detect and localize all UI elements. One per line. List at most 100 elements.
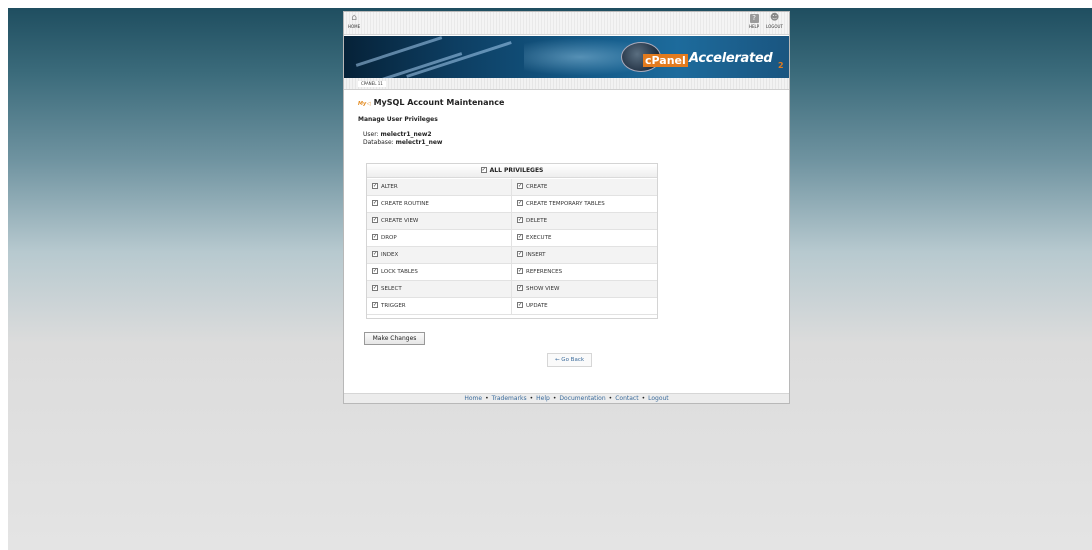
table-row: ✓ SELECT ✓ SHOW VIEW: [367, 281, 657, 298]
table-row: ✓ INDEX ✓ INSERT: [367, 247, 657, 264]
logout-label: LOGOUT: [766, 24, 783, 29]
cpanel-window: ⌂ HOME ? HELP ☻ LOGOUT cPanel Accelerate…: [343, 11, 790, 404]
cpanel-banner: cPanel Accelerated 2: [344, 36, 789, 78]
privilege-references[interactable]: ✓ REFERENCES: [517, 264, 657, 281]
all-privileges-checkbox[interactable]: ✓: [480, 166, 487, 173]
checkbox[interactable]: ✓: [372, 301, 378, 308]
checkbox[interactable]: ✓: [517, 267, 523, 274]
privilege-label: UPDATE: [526, 303, 548, 309]
checkbox[interactable]: ✓: [517, 182, 523, 189]
user-info: User: melectr1_new2: [363, 131, 432, 138]
brand-name: cPanel: [643, 54, 688, 67]
checkbox[interactable]: ✓: [372, 216, 378, 223]
checkbox[interactable]: ✓: [372, 199, 378, 206]
logout-icon: ☻: [769, 13, 780, 23]
user-value: melectr1_new2: [380, 131, 432, 138]
mysql-icon: My ◁: [358, 101, 371, 107]
footer-separator: •: [529, 395, 534, 402]
privilege-label: TRIGGER: [381, 303, 406, 309]
database-info: Database: melectr1_new: [363, 139, 442, 146]
privilege-create-routine[interactable]: ✓ CREATE ROUTINE: [372, 196, 512, 213]
privilege-label: SELECT: [381, 286, 402, 292]
privilege-create-temporary-tables[interactable]: ✓ CREATE TEMPORARY TABLES: [517, 196, 657, 213]
section-title: Manage User Privileges: [358, 116, 438, 123]
privilege-create-view[interactable]: ✓ CREATE VIEW: [372, 213, 512, 230]
all-privileges-label: ALL PRIVILEGES: [489, 167, 544, 174]
home-label: HOME: [348, 24, 361, 29]
privilege-create[interactable]: ✓ CREATE: [517, 179, 657, 196]
footer-nav: Home • Trademarks • Help • Documentation • Conta…: [344, 393, 789, 403]
checkbox[interactable]: ✓: [517, 216, 523, 223]
footer-link-documentation[interactable]: Documentation: [559, 395, 605, 402]
privilege-label: CREATE VIEW: [381, 218, 419, 224]
table-row: ✓ CREATE ROUTINE ✓ CREATE TEMPORARY TABLES: [367, 196, 657, 213]
all-privileges-header: ✓ ALL PRIVILEGES: [367, 164, 657, 178]
home-link[interactable]: ⌂ HOME: [348, 13, 361, 30]
privilege-execute[interactable]: ✓ EXECUTE: [517, 230, 657, 247]
page-title: My ◁ MySQL Account Maintenance: [358, 98, 504, 107]
checkbox[interactable]: ✓: [517, 199, 523, 206]
footer-separator: •: [552, 395, 557, 402]
privilege-alter[interactable]: ✓ ALTER: [372, 179, 512, 196]
privilege-label: REFERENCES: [526, 269, 563, 275]
go-back-button[interactable]: ← Go Back: [547, 353, 592, 367]
database-label: Database:: [363, 139, 394, 146]
privilege-show-view[interactable]: ✓ SHOW VIEW: [517, 281, 657, 298]
breadcrumb[interactable]: CPANEL 11: [358, 81, 386, 87]
help-label: HELP: [749, 24, 760, 29]
footer-separator: •: [485, 395, 489, 402]
privilege-index[interactable]: ✓ INDEX: [372, 247, 512, 264]
privilege-delete[interactable]: ✓ DELETE: [517, 213, 657, 230]
checkbox[interactable]: ✓: [372, 284, 378, 291]
checkbox[interactable]: ✓: [372, 182, 378, 189]
top-toolbar: ⌂ HOME ? HELP ☻ LOGOUT: [344, 12, 789, 35]
privileges-table: ✓ ALL PRIVILEGES ✓ ALTER ✓ CREATE ✓ CREATE R…: [366, 163, 658, 319]
database-value: melectr1_new: [395, 139, 443, 146]
table-row: ✓ TRIGGER ✓ UPDATE: [367, 298, 657, 315]
privilege-select[interactable]: ✓ SELECT: [372, 281, 512, 298]
footer-separator: •: [641, 395, 646, 402]
privilege-label: CREATE TEMPORARY TABLES: [526, 201, 605, 207]
user-label: User:: [363, 131, 379, 138]
table-row: ✓ CREATE VIEW ✓ DELETE: [367, 213, 657, 230]
privilege-label: SHOW VIEW: [526, 286, 560, 292]
table-row: ✓ LOCK TABLES ✓ REFERENCES: [367, 264, 657, 281]
product-name: Accelerated: [689, 51, 773, 66]
footer-link-trademarks[interactable]: Trademarks: [492, 395, 527, 402]
privilege-drop[interactable]: ✓ DROP: [372, 230, 512, 247]
checkbox[interactable]: ✓: [372, 267, 378, 274]
page-title-text: MySQL Account Maintenance: [373, 98, 505, 107]
privilege-lock-tables[interactable]: ✓ LOCK TABLES: [372, 264, 512, 281]
help-link[interactable]: ? HELP: [749, 14, 759, 29]
checkbox[interactable]: ✓: [372, 250, 378, 257]
footer-link-home[interactable]: Home: [464, 395, 482, 402]
checkbox[interactable]: ✓: [517, 301, 523, 308]
checkbox[interactable]: ✓: [517, 250, 523, 257]
make-changes-button[interactable]: Make Changes: [364, 332, 425, 345]
home-icon: ⌂: [351, 13, 357, 23]
footer-link-logout[interactable]: Logout: [648, 395, 669, 402]
checkbox[interactable]: ✓: [517, 233, 523, 240]
logout-link[interactable]: ☻ LOGOUT: [766, 13, 783, 30]
breadcrumb-bar: CPANEL 11: [344, 78, 789, 90]
privilege-label: CREATE: [526, 184, 548, 190]
footer-separator: •: [608, 395, 613, 402]
privilege-label: EXECUTE: [526, 235, 552, 241]
checkbox[interactable]: ✓: [372, 233, 378, 240]
privilege-label: DROP: [381, 235, 397, 241]
help-icon: ?: [749, 14, 759, 23]
product-version: 2: [778, 61, 784, 70]
privilege-label: INSERT: [526, 252, 546, 258]
privilege-trigger[interactable]: ✓ TRIGGER: [372, 298, 512, 315]
privilege-label: INDEX: [381, 252, 399, 258]
privilege-update[interactable]: ✓ UPDATE: [517, 298, 657, 315]
privilege-label: ALTER: [381, 184, 398, 190]
privilege-label: LOCK TABLES: [381, 269, 418, 275]
checkbox[interactable]: ✓: [517, 284, 523, 291]
privilege-insert[interactable]: ✓ INSERT: [517, 247, 657, 264]
privilege-label: DELETE: [526, 218, 548, 224]
footer-link-help[interactable]: Help: [536, 395, 550, 402]
table-row: ✓ DROP ✓ EXECUTE: [367, 230, 657, 247]
footer-link-contact[interactable]: Contact: [615, 395, 638, 402]
table-row: ✓ ALTER ✓ CREATE: [367, 179, 657, 196]
